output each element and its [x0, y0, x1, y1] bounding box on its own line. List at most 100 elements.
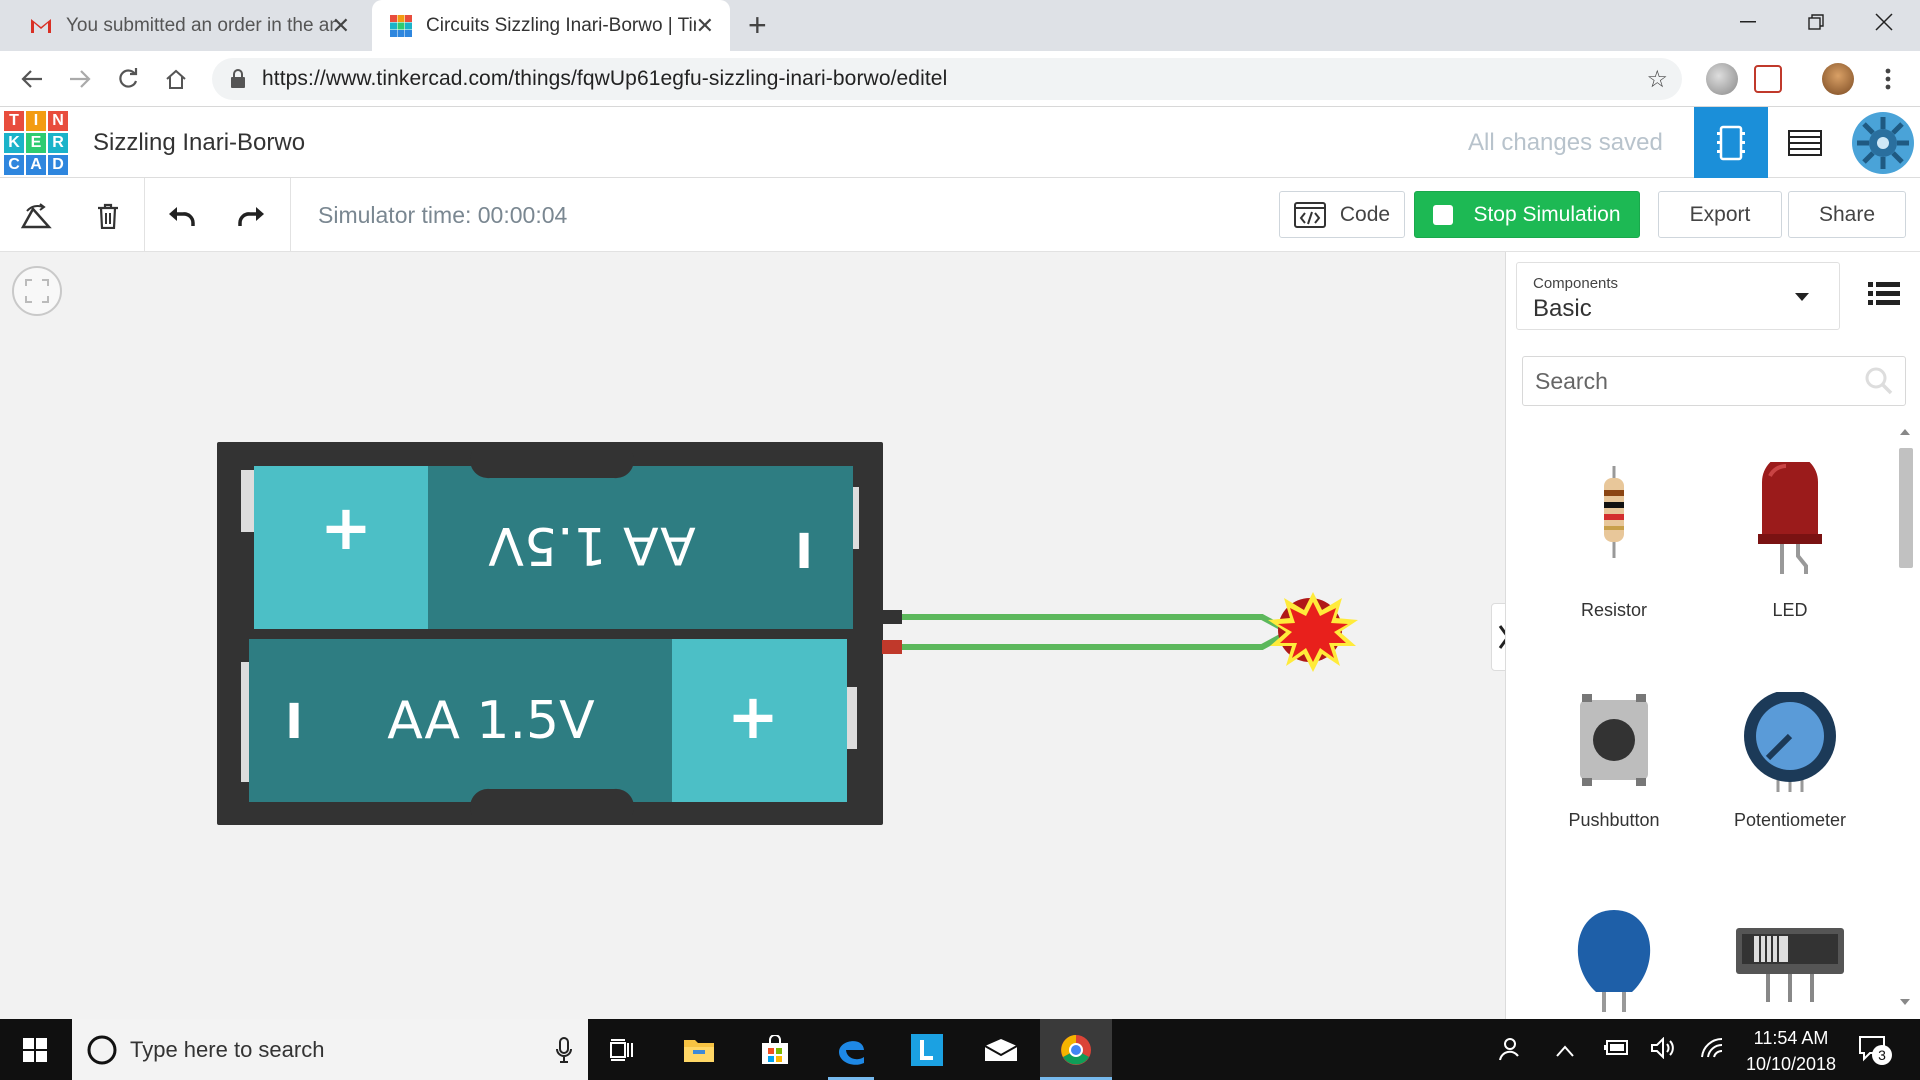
stop-simulation-label: Stop Simulation: [1473, 202, 1621, 226]
potentiometer-icon: [1744, 690, 1836, 792]
close-window-button[interactable]: [1848, 0, 1920, 44]
logo-letter: E: [25, 132, 47, 154]
close-icon: [1875, 13, 1893, 31]
url-text: https://www.tinkercad.com/things/fqwUp61…: [262, 67, 948, 90]
clock-time: 11:54 AM: [1753, 1028, 1829, 1048]
redo-button[interactable]: [232, 196, 272, 236]
rotate-icon: [20, 203, 52, 229]
chrome-icon: [1061, 1035, 1091, 1065]
component-resistor[interactable]: Resistor: [1526, 462, 1702, 662]
file-explorer-button[interactable]: [676, 1027, 722, 1073]
new-tab-button[interactable]: +: [748, 7, 767, 44]
export-button-label: Export: [1689, 202, 1751, 226]
store-button[interactable]: [752, 1027, 798, 1073]
start-button[interactable]: [12, 1027, 58, 1073]
logo-letter: I: [25, 110, 47, 132]
wires[interactable]: [902, 614, 1288, 650]
code-button[interactable]: Code: [1279, 191, 1405, 238]
taskbar-search[interactable]: Type here to search: [72, 1019, 588, 1080]
rotate-button[interactable]: [16, 196, 56, 236]
component-slideswitch[interactable]: [1702, 912, 1878, 1012]
minimize-button[interactable]: [1712, 0, 1784, 44]
logo-letter: T: [3, 110, 25, 132]
reload-button[interactable]: [110, 61, 146, 97]
components-dropdown[interactable]: Components Basic: [1516, 262, 1840, 330]
profile-avatar[interactable]: [1822, 63, 1854, 95]
home-button[interactable]: [158, 61, 194, 97]
component-label: Resistor: [1580, 600, 1647, 620]
extension-icon[interactable]: [1706, 63, 1738, 95]
delete-button[interactable]: [88, 196, 128, 236]
code-button-label: Code: [1339, 202, 1391, 226]
component-potentiometer[interactable]: Potentiometer: [1702, 690, 1878, 892]
share-button-label: Share: [1818, 202, 1876, 226]
restore-button[interactable]: [1780, 0, 1852, 44]
wifi-icon[interactable]: [1700, 1037, 1724, 1065]
cortana-icon: [87, 1035, 117, 1064]
notification-count: 3: [1872, 1045, 1892, 1065]
app-header: T I N K E R C A D Sizzling Inari-Borwo A…: [0, 107, 1920, 178]
scroll-thumb[interactable]: [1899, 448, 1913, 568]
battery-icon[interactable]: [1604, 1037, 1630, 1063]
windows-taskbar: Type here to search 11:54 AM 10/10/2018: [0, 1019, 1920, 1080]
export-button[interactable]: Export: [1658, 191, 1782, 238]
more-vertical-icon: [1885, 68, 1891, 90]
component-led[interactable]: LED: [1702, 454, 1878, 662]
user-avatar[interactable]: [1846, 107, 1920, 178]
people-icon[interactable]: [1496, 1037, 1520, 1067]
tab-tinkercad[interactable]: Circuits Sizzling Inari-Borwo | Tinkerca…: [372, 0, 730, 51]
resistor-icon: [1604, 466, 1624, 558]
search-icon[interactable]: [1865, 367, 1893, 395]
component-pushbutton[interactable]: Pushbutton: [1526, 692, 1702, 892]
search-input[interactable]: [1535, 367, 1855, 395]
back-button[interactable]: [14, 61, 50, 97]
microphone-icon[interactable]: [556, 1036, 572, 1063]
project-title[interactable]: Sizzling Inari-Borwo: [93, 129, 305, 157]
logo-letter: R: [47, 132, 69, 154]
gmail-icon: [31, 18, 51, 33]
breadboard-icon: [1717, 125, 1745, 160]
volume-icon[interactable]: [1650, 1036, 1676, 1065]
lock-icon: [231, 69, 245, 88]
share-button[interactable]: Share: [1788, 191, 1906, 238]
close-icon[interactable]: ✕: [696, 13, 714, 39]
scroll-up-icon[interactable]: [1899, 428, 1911, 436]
list-icon: [1868, 282, 1900, 305]
panel-scrollbar[interactable]: [1895, 428, 1915, 1008]
launcher-button[interactable]: [904, 1027, 950, 1073]
stop-simulation-button[interactable]: Stop Simulation: [1414, 191, 1640, 238]
logo-letter: N: [47, 110, 69, 132]
chevron-up-icon[interactable]: [1556, 1037, 1574, 1063]
undo-button[interactable]: [161, 196, 201, 236]
forward-button[interactable]: [62, 61, 98, 97]
separator: [290, 178, 291, 252]
component-search[interactable]: [1522, 356, 1906, 406]
task-view-button[interactable]: [600, 1027, 646, 1073]
reload-icon: [119, 68, 138, 88]
list-view-button[interactable]: [1868, 282, 1900, 310]
notification-center-button[interactable]: 3: [1858, 1035, 1892, 1069]
address-bar[interactable]: https://www.tinkercad.com/things/fqwUp61…: [212, 58, 1682, 100]
scroll-down-icon[interactable]: [1899, 998, 1911, 1006]
l-app-icon: [911, 1034, 943, 1066]
system-clock[interactable]: 11:54 AM 10/10/2018: [1736, 1025, 1846, 1077]
component-capacitor[interactable]: [1526, 904, 1702, 1014]
circuit-canvas[interactable]: + AA 1.5V I I AA 1.5V +: [0, 252, 1505, 1019]
code-icon: [1293, 201, 1326, 228]
menu-button[interactable]: [1870, 61, 1906, 97]
mail-button[interactable]: [978, 1027, 1024, 1073]
tab-gmail[interactable]: You submitted an order in the amount ✕: [10, 0, 366, 51]
edge-icon: [839, 1041, 864, 1065]
svg-text:+: +: [727, 680, 779, 753]
chrome-button[interactable]: [1053, 1027, 1099, 1073]
edge-button[interactable]: [828, 1027, 874, 1073]
folder-icon: [684, 1040, 714, 1062]
component-list-view-button[interactable]: [1768, 107, 1842, 178]
pocket-extension-icon[interactable]: [1754, 65, 1782, 93]
close-icon[interactable]: ✕: [332, 13, 350, 39]
burnt-led[interactable]: [1268, 592, 1358, 672]
robot-avatar-icon: [1852, 111, 1914, 174]
tinkercad-logo[interactable]: T I N K E R C A D: [3, 110, 69, 176]
bookmark-star-icon[interactable]: ☆: [1646, 65, 1668, 94]
circuit-view-button[interactable]: [1694, 107, 1768, 178]
